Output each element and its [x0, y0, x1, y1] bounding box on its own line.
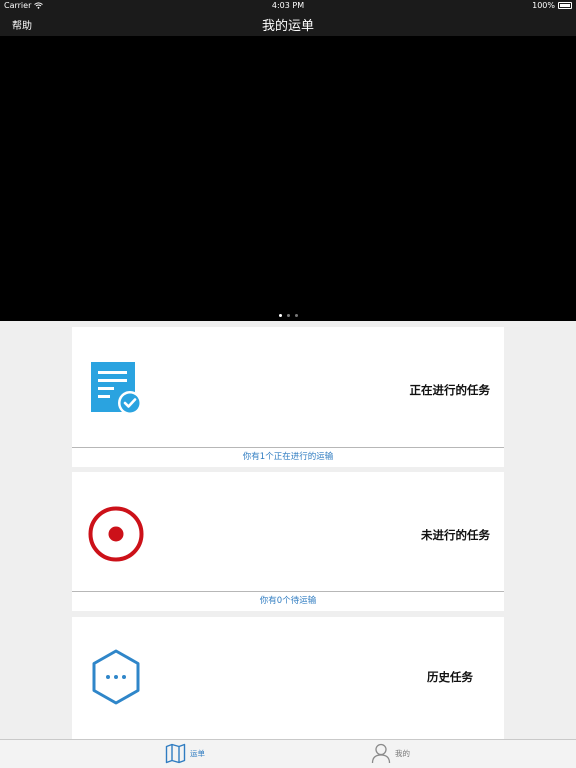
ongoing-tasks-card[interactable]: 正在进行的任务 你有1个正在进行的运输 [72, 327, 504, 467]
status-time: 4:03 PM [271, 1, 305, 10]
banner-carousel[interactable] [0, 36, 576, 321]
card-footer-link[interactable]: 你有1个正在进行的运输 [72, 447, 504, 467]
battery-info: 100% [532, 1, 572, 10]
status-bar: Carrier 4:03 PM 100% [0, 0, 576, 12]
card-title: 历史任务 [427, 670, 473, 684]
history-tasks-card[interactable]: 历史任务 [72, 617, 504, 740]
document-check-icon [91, 362, 142, 415]
tab-mine[interactable]: 我的 [371, 743, 410, 764]
person-icon [371, 743, 391, 764]
tab-waybill[interactable]: 运单 [165, 743, 205, 764]
map-icon [165, 743, 186, 764]
navigation-bar: 帮助 我的运单 [0, 12, 576, 36]
battery-percent: 100% [532, 1, 555, 10]
hexagon-more-icon [92, 649, 140, 705]
page-dot[interactable] [286, 314, 290, 317]
record-icon [88, 506, 144, 562]
page-indicator[interactable] [0, 314, 576, 317]
card-footer-link[interactable]: 你有0个待运输 [72, 591, 504, 611]
page-dot[interactable] [294, 314, 298, 317]
card-title: 正在进行的任务 [409, 383, 491, 397]
tab-bar: 运单 我的 [0, 739, 576, 768]
tab-label: 我的 [395, 749, 410, 758]
card-title: 未进行的任务 [421, 528, 490, 542]
pending-tasks-card[interactable]: 未进行的任务 你有0个待运输 [72, 472, 504, 611]
page-dot[interactable] [278, 314, 282, 317]
tab-label: 运单 [190, 749, 205, 758]
page-title: 我的运单 [261, 19, 314, 34]
battery-icon [558, 2, 572, 9]
